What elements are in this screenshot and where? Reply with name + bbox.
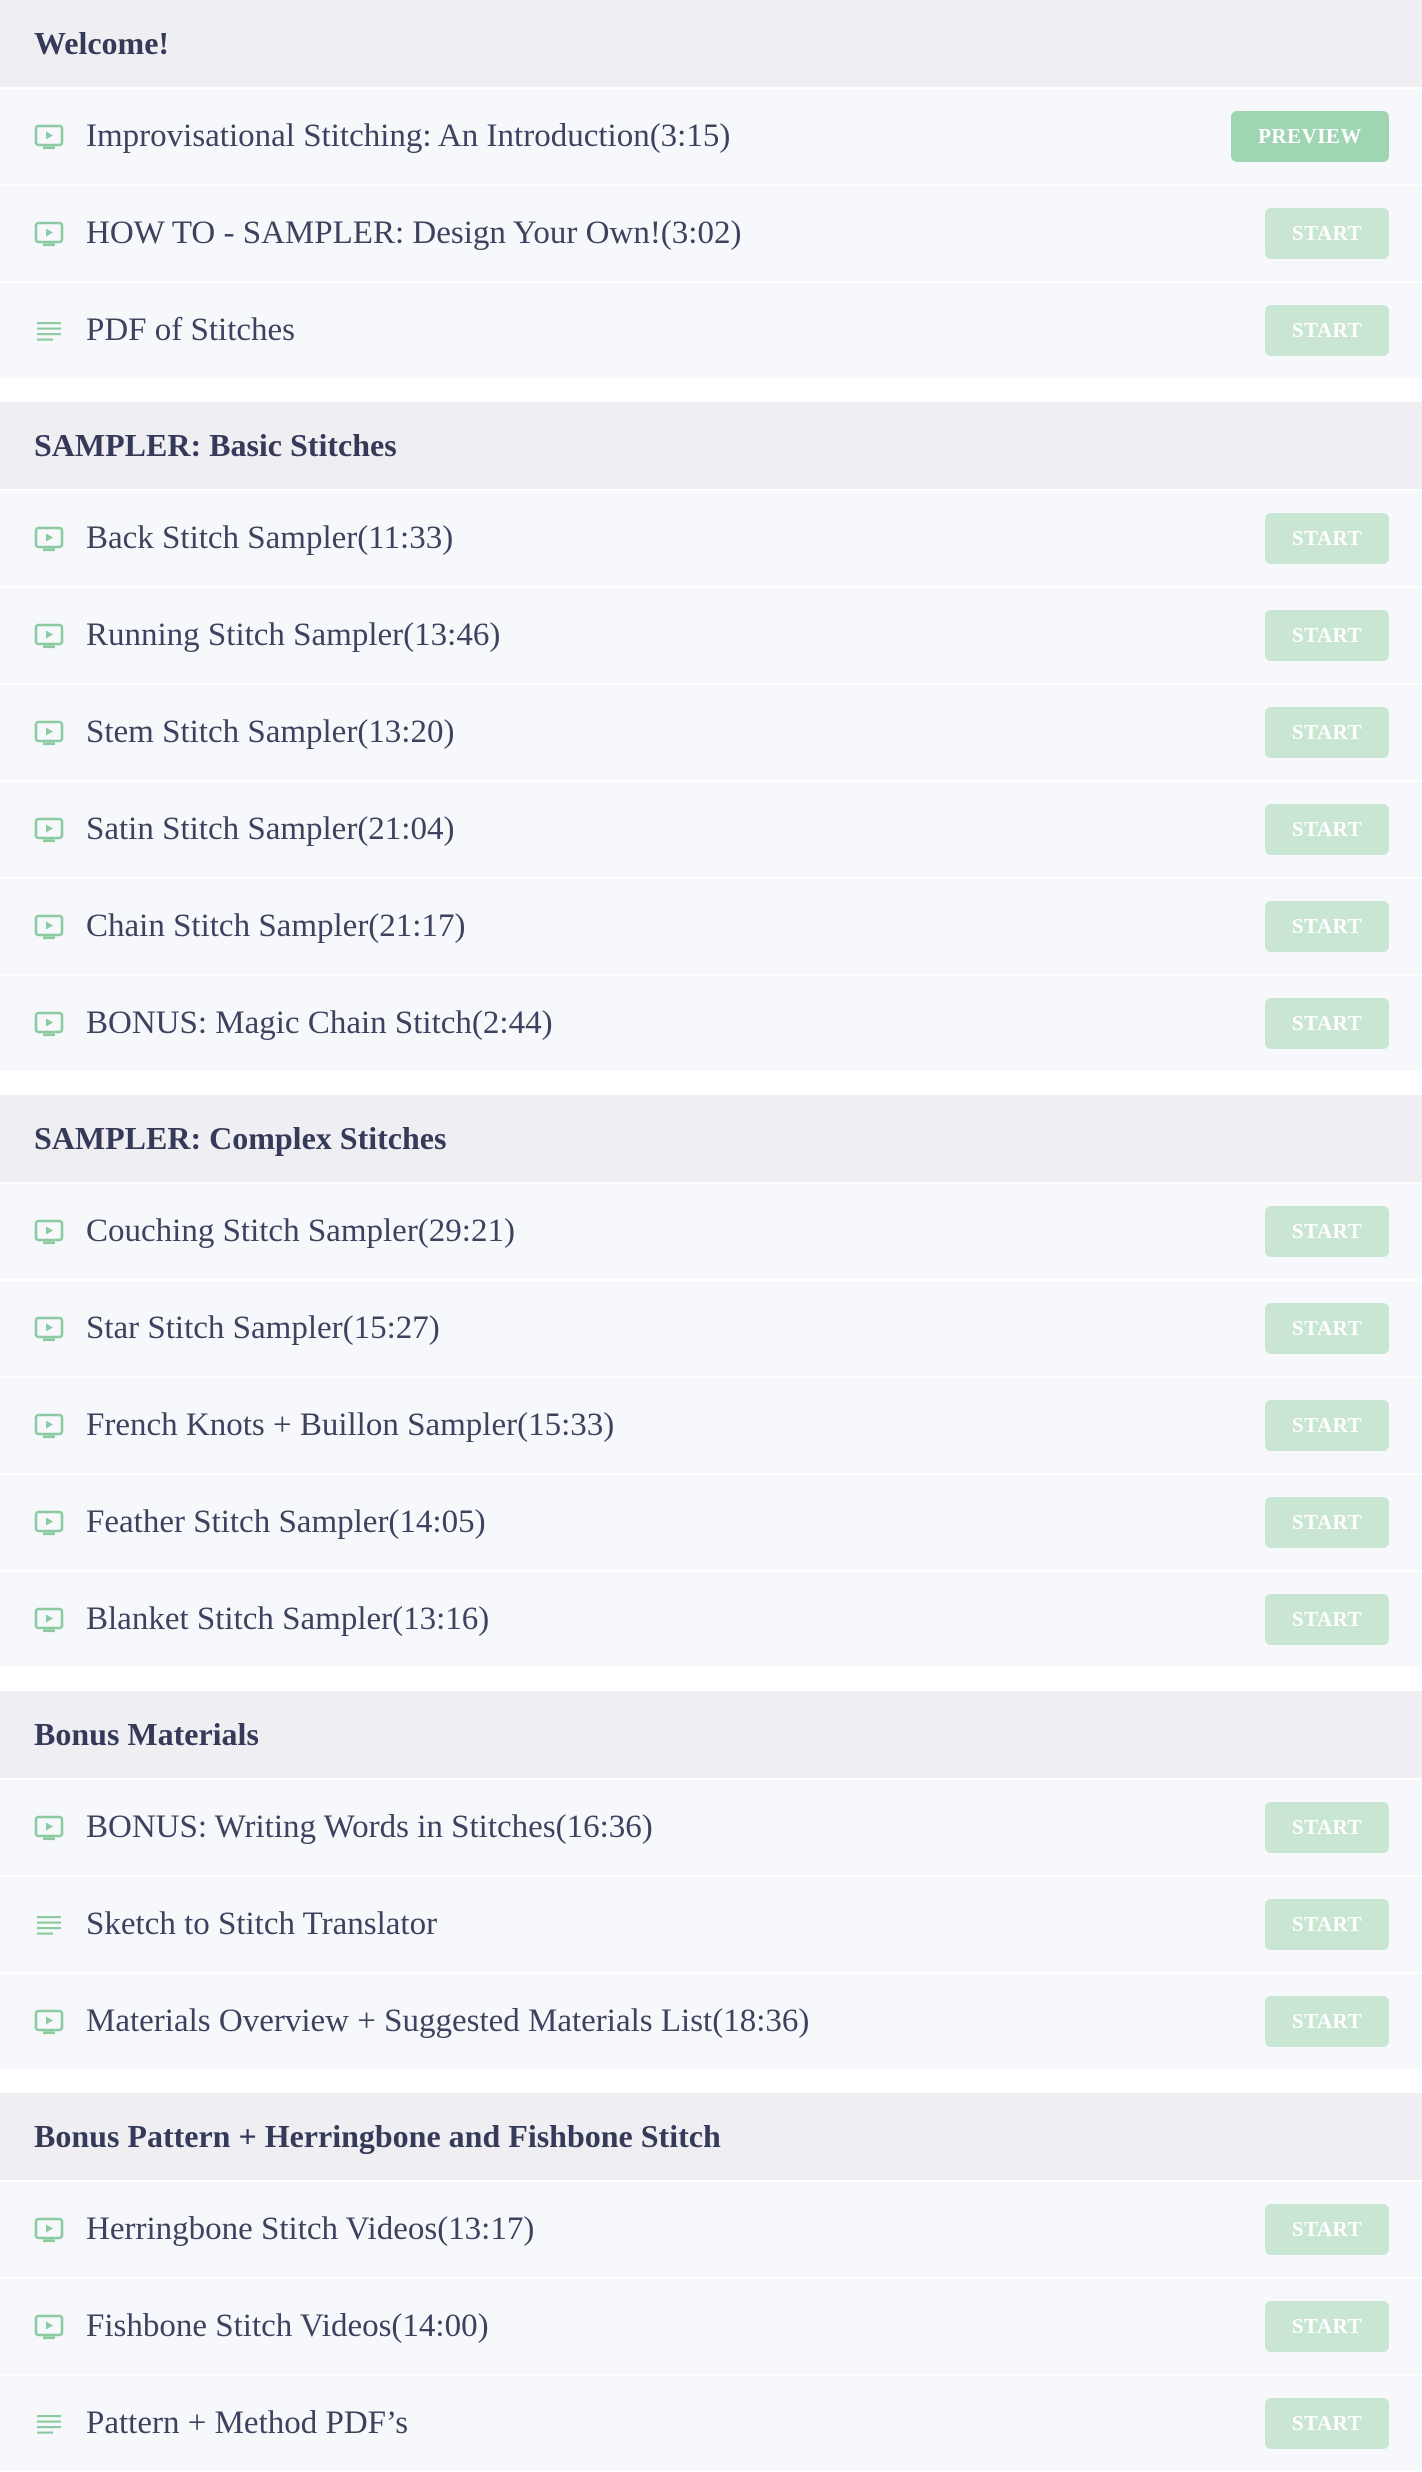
section-header: SAMPLER: Basic Stitches	[0, 402, 1422, 489]
start-button[interactable]: START	[1265, 610, 1389, 661]
lecture-row[interactable]: Running Stitch Sampler(13:46) START	[0, 588, 1422, 683]
video-icon	[34, 1607, 64, 1633]
curriculum-section: Bonus Materials BONUS: Writing Words in S…	[0, 1691, 1422, 2069]
section-title: SAMPLER: Complex Stitches	[34, 1120, 447, 1156]
section-title: Bonus Pattern + Herringbone and Fishbone…	[34, 2118, 721, 2154]
section-header: Welcome!	[0, 0, 1422, 87]
lecture-row[interactable]: BONUS: Magic Chain Stitch(2:44) START	[0, 976, 1422, 1071]
text-icon	[34, 2411, 64, 2437]
text-icon	[34, 318, 64, 344]
start-button[interactable]: START	[1265, 998, 1389, 1049]
curriculum-section: SAMPLER: Complex Stitches Couching Stitch…	[0, 1095, 1422, 1667]
lecture-title[interactable]: Stem Stitch Sampler(13:20)	[86, 714, 1265, 751]
lecture-title[interactable]: Blanket Stitch Sampler(13:16)	[86, 1601, 1265, 1638]
start-button[interactable]: START	[1265, 1206, 1389, 1257]
lecture-title[interactable]: Running Stitch Sampler(13:46)	[86, 617, 1265, 654]
start-button[interactable]: START	[1265, 1497, 1389, 1548]
lecture-row[interactable]: Improvisational Stitching: An Introducti…	[0, 89, 1422, 184]
lecture-row[interactable]: Materials Overview + Suggested Materials…	[0, 1974, 1422, 2069]
section-title: Bonus Materials	[34, 1716, 259, 1752]
preview-button[interactable]: PREVIEW	[1231, 111, 1389, 162]
lecture-row[interactable]: Blanket Stitch Sampler(13:16) START	[0, 1572, 1422, 1667]
lecture-title[interactable]: PDF of Stitches	[86, 312, 1265, 349]
video-icon	[34, 221, 64, 247]
lecture-title[interactable]: BONUS: Magic Chain Stitch(2:44)	[86, 1005, 1265, 1042]
video-icon	[34, 1815, 64, 1841]
lecture-row[interactable]: Sketch to Stitch Translator START	[0, 1877, 1422, 1972]
lecture-row[interactable]: Satin Stitch Sampler(21:04) START	[0, 782, 1422, 877]
lecture-title[interactable]: Fishbone Stitch Videos(14:00)	[86, 2308, 1265, 2345]
lecture-title[interactable]: Improvisational Stitching: An Introducti…	[86, 118, 1231, 155]
lecture-title[interactable]: French Knots + Buillon Sampler(15:33)	[86, 1407, 1265, 1444]
lecture-title[interactable]: Pattern + Method PDF’s	[86, 2405, 1265, 2442]
start-button[interactable]: START	[1265, 1594, 1389, 1645]
lecture-title[interactable]: Sketch to Stitch Translator	[86, 1906, 1265, 1943]
start-button[interactable]: START	[1265, 2204, 1389, 2255]
start-button[interactable]: START	[1265, 1303, 1389, 1354]
start-button[interactable]: START	[1265, 208, 1389, 259]
video-icon	[34, 720, 64, 746]
lecture-row[interactable]: Feather Stitch Sampler(14:05) START	[0, 1475, 1422, 1570]
lecture-row[interactable]: Pattern + Method PDF’s START	[0, 2376, 1422, 2471]
start-button[interactable]: START	[1265, 2398, 1389, 2449]
video-icon	[34, 914, 64, 940]
curriculum-section: Bonus Pattern + Herringbone and Fishbone…	[0, 2093, 1422, 2471]
start-button[interactable]: START	[1265, 1899, 1389, 1950]
start-button[interactable]: START	[1265, 1802, 1389, 1853]
lecture-row[interactable]: Stem Stitch Sampler(13:20) START	[0, 685, 1422, 780]
start-button[interactable]: START	[1265, 901, 1389, 952]
video-icon	[34, 124, 64, 150]
section-header: SAMPLER: Complex Stitches	[0, 1095, 1422, 1182]
lecture-title[interactable]: Herringbone Stitch Videos(13:17)	[86, 2211, 1265, 2248]
lecture-title[interactable]: Materials Overview + Suggested Materials…	[86, 2003, 1265, 2040]
course-curriculum: Welcome! Improvisational Stitching: An In…	[0, 0, 1422, 2471]
lecture-title[interactable]: Back Stitch Sampler(11:33)	[86, 520, 1265, 557]
section-title: Welcome!	[34, 25, 170, 61]
lecture-title[interactable]: Feather Stitch Sampler(14:05)	[86, 1504, 1265, 1541]
lecture-title[interactable]: Star Stitch Sampler(15:27)	[86, 1310, 1265, 1347]
lecture-row[interactable]: Herringbone Stitch Videos(13:17) START	[0, 2182, 1422, 2277]
video-icon	[34, 2217, 64, 2243]
video-icon	[34, 526, 64, 552]
start-button[interactable]: START	[1265, 804, 1389, 855]
lecture-row[interactable]: Fishbone Stitch Videos(14:00) START	[0, 2279, 1422, 2374]
video-icon	[34, 623, 64, 649]
section-header: Bonus Pattern + Herringbone and Fishbone…	[0, 2093, 1422, 2180]
start-button[interactable]: START	[1265, 707, 1389, 758]
text-icon	[34, 1912, 64, 1938]
start-button[interactable]: START	[1265, 1996, 1389, 2047]
lecture-title[interactable]: HOW TO - SAMPLER: Design Your Own!(3:02)	[86, 215, 1265, 252]
video-icon	[34, 817, 64, 843]
lecture-row[interactable]: Back Stitch Sampler(11:33) START	[0, 491, 1422, 586]
curriculum-section: SAMPLER: Basic Stitches Back Stitch Sampl…	[0, 402, 1422, 1071]
curriculum-section: Welcome! Improvisational Stitching: An In…	[0, 0, 1422, 378]
lecture-row[interactable]: Star Stitch Sampler(15:27) START	[0, 1281, 1422, 1376]
start-button[interactable]: START	[1265, 2301, 1389, 2352]
lecture-title[interactable]: Chain Stitch Sampler(21:17)	[86, 908, 1265, 945]
lecture-row[interactable]: HOW TO - SAMPLER: Design Your Own!(3:02)…	[0, 186, 1422, 281]
lecture-row[interactable]: Couching Stitch Sampler(29:21) START	[0, 1184, 1422, 1279]
lecture-title[interactable]: BONUS: Writing Words in Stitches(16:36)	[86, 1809, 1265, 1846]
lecture-row[interactable]: BONUS: Writing Words in Stitches(16:36) S…	[0, 1780, 1422, 1875]
video-icon	[34, 1219, 64, 1245]
lecture-row[interactable]: French Knots + Buillon Sampler(15:33) STA…	[0, 1378, 1422, 1473]
video-icon	[34, 1413, 64, 1439]
video-icon	[34, 1316, 64, 1342]
start-button[interactable]: START	[1265, 305, 1389, 356]
section-header: Bonus Materials	[0, 1691, 1422, 1778]
section-title: SAMPLER: Basic Stitches	[34, 427, 397, 463]
video-icon	[34, 1011, 64, 1037]
start-button[interactable]: START	[1265, 1400, 1389, 1451]
lecture-row[interactable]: Chain Stitch Sampler(21:17) START	[0, 879, 1422, 974]
lecture-title[interactable]: Satin Stitch Sampler(21:04)	[86, 811, 1265, 848]
video-icon	[34, 2314, 64, 2340]
start-button[interactable]: START	[1265, 513, 1389, 564]
lecture-title[interactable]: Couching Stitch Sampler(29:21)	[86, 1213, 1265, 1250]
lecture-row[interactable]: PDF of Stitches START	[0, 283, 1422, 378]
video-icon	[34, 2009, 64, 2035]
video-icon	[34, 1510, 64, 1536]
